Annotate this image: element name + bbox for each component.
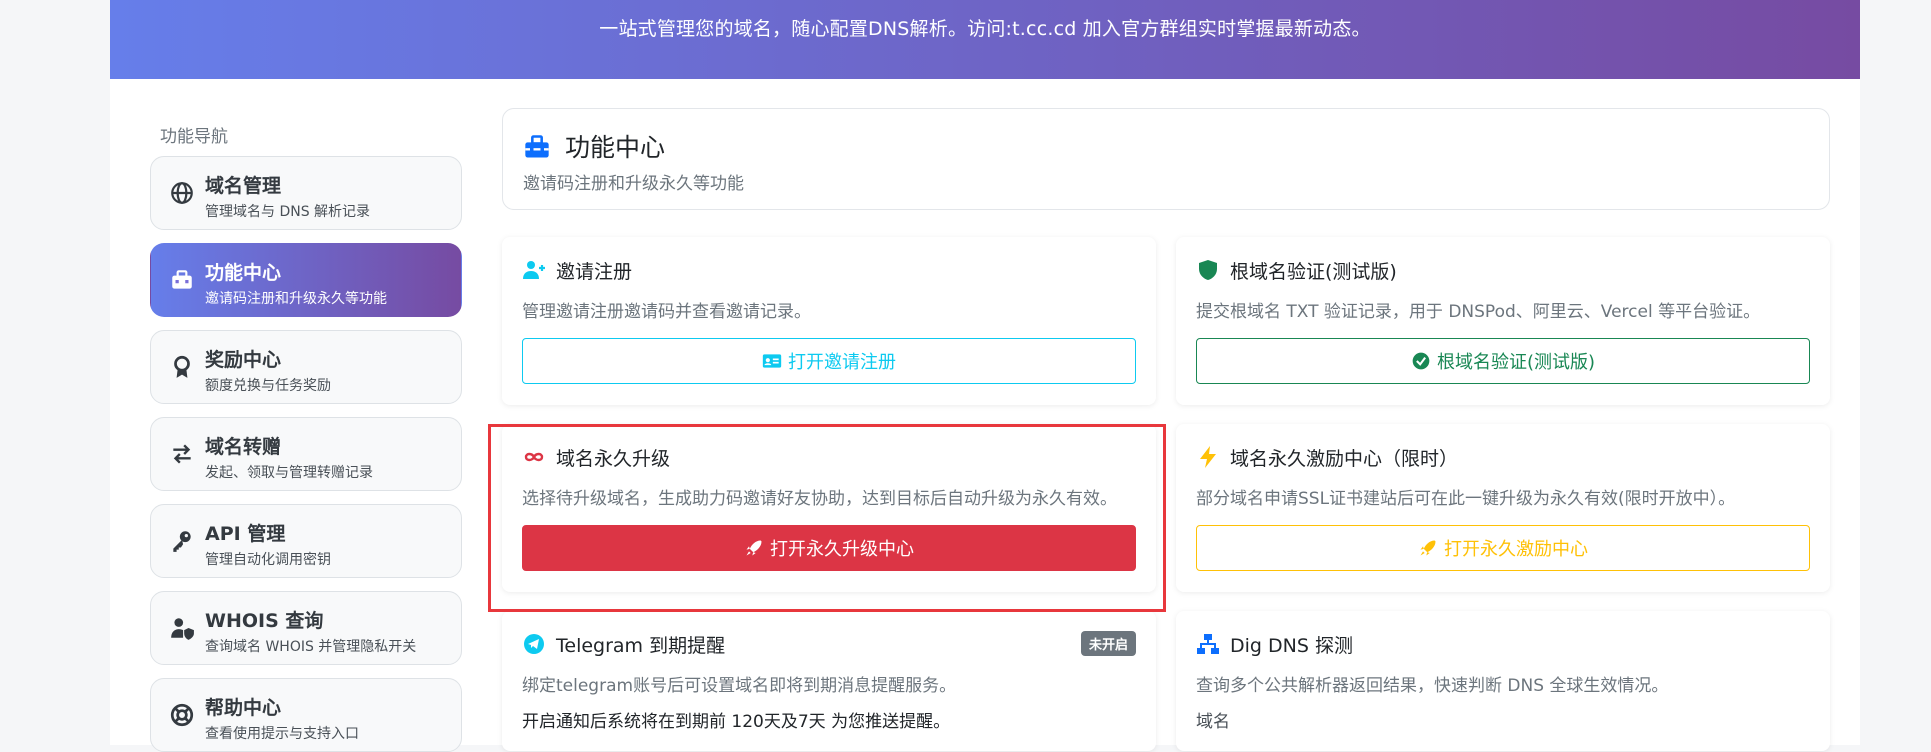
button-label: 根域名验证(测试版) (1436, 352, 1596, 373)
sidebar-item-subtitle: 发起、领取与管理转赠记录 (205, 465, 373, 481)
card-description: 提交根域名 TXT 验证记录，用于 DNSPod、阿里云、Vercel 等平台验… (1196, 302, 1761, 322)
sidebar-item-title: 域名管理 (205, 175, 282, 197)
telegram-reminder-card: Telegram 到期提醒 未开启 绑定telegram账号后可设置域名即将到期… (502, 611, 1156, 751)
sidebar-item-title: WHOIS 查询 (205, 610, 324, 632)
infinity-icon (522, 445, 546, 469)
card-description: 管理邀请注册邀请码并查看邀请记录。 (522, 302, 811, 322)
sidebar-item-subtitle: 管理自动化调用密钥 (205, 552, 331, 568)
rocket-icon (1418, 538, 1438, 558)
id-card-icon (762, 351, 782, 371)
sidebar-item-subtitle: 管理域名与 DNS 解析记录 (205, 204, 371, 220)
sidebar-item-title: 域名转赠 (205, 436, 282, 458)
announcement-text: 一站式管理您的域名，随心配置DNS解析。访问:t.cc.cd 加入官方群组实时掌… (599, 18, 1371, 40)
dig-dns-card: Dig DNS 探测 查询多个公共解析器返回结果，快速判断 DNS 全球生效情况… (1176, 611, 1830, 751)
incentive-center-card: 域名永久激励中心（限时） 部分域名申请SSL证书建站后可在此一键升级为永久有效(… (1176, 424, 1830, 592)
card-description: 绑定telegram账号后可设置域名即将到期消息提醒服务。 (522, 676, 957, 696)
nav-heading: 功能导航 (160, 127, 228, 147)
permanent-upgrade-card: 域名永久升级 选择待升级域名，生成助力码邀请好友协助，达到目标后自动升级为永久有… (502, 424, 1156, 592)
status-badge: 未开启 (1080, 631, 1136, 656)
card-description: 查询多个公共解析器返回结果，快速判断 DNS 全球生效情况。 (1196, 676, 1669, 696)
sidebar-item-rewards[interactable]: 奖励中心 额度兑换与任务奖励 (150, 330, 462, 404)
check-circle-icon (1411, 351, 1431, 371)
shield-icon (1196, 258, 1220, 282)
root-verify-card: 根域名验证(测试版) 提交根域名 TXT 验证记录，用于 DNSPod、阿里云、… (1176, 237, 1830, 405)
sidebar-item-help[interactable]: 帮助中心 查看使用提示与支持入口 (150, 678, 462, 752)
card-title: 根域名验证(测试版) (1230, 260, 1397, 283)
sidebar-item-title: 帮助中心 (205, 697, 282, 719)
network-icon (1196, 632, 1220, 656)
domain-field-label: 域名 (1196, 712, 1230, 732)
award-icon (169, 354, 195, 380)
card-title: Dig DNS 探测 (1230, 634, 1353, 657)
sidebar-item-transfer[interactable]: 域名转赠 发起、领取与管理转赠记录 (150, 417, 462, 491)
card-title: 域名永久激励中心（限时） (1230, 447, 1459, 470)
page-subtitle: 邀请码注册和升级永久等功能 (523, 174, 744, 194)
card-title: Telegram 到期提醒 (556, 634, 726, 657)
sidebar-item-subtitle: 邀请码注册和升级永久等功能 (205, 291, 387, 307)
bolt-icon (1196, 445, 1220, 469)
button-label: 打开永久激励中心 (1444, 539, 1588, 560)
sidebar-item-title: API 管理 (205, 523, 286, 545)
card-description: 选择待升级域名，生成助力码邀请好友协助，达到目标后自动升级为永久有效。 (522, 489, 1117, 509)
card-title: 邀请注册 (556, 260, 633, 283)
globe-icon (169, 180, 195, 206)
sidebar-item-subtitle: 查询域名 WHOIS 并管理隐私开关 (205, 639, 417, 655)
card-note: 开启通知后系统将在到期前 120天及7天 为您推送提醒。 (522, 712, 951, 732)
open-invite-button[interactable]: 打开邀请注册 (522, 338, 1136, 384)
sidebar-item-subtitle: 查看使用提示与支持入口 (205, 726, 359, 742)
app-frame: 一站式管理您的域名，随心配置DNS解析。访问:t.cc.cd 加入官方群组实时掌… (110, 0, 1860, 752)
key-icon (169, 528, 195, 554)
sidebar-item-feature-center[interactable]: 功能中心 邀请码注册和升级永久等功能 (150, 243, 462, 317)
sidebar-item-subtitle: 额度兑换与任务奖励 (205, 378, 331, 394)
user-plus-icon (522, 258, 546, 282)
telegram-icon (522, 632, 546, 656)
sidebar-item-api[interactable]: API 管理 管理自动化调用密钥 (150, 504, 462, 578)
lifebuoy-icon (169, 702, 195, 728)
card-description: 部分域名申请SSL证书建站后可在此一键升级为永久有效(限时开放中）。 (1196, 489, 1736, 509)
rocket-icon (744, 538, 764, 558)
user-shield-icon (169, 615, 195, 641)
toolbox-icon (523, 133, 551, 161)
invite-card: 邀请注册 管理邀请注册邀请码并查看邀请记录。 打开邀请注册 (502, 237, 1156, 405)
sidebar-item-domains[interactable]: 域名管理 管理域名与 DNS 解析记录 (150, 156, 462, 230)
toolbox-icon (169, 267, 195, 293)
sidebar-item-title: 奖励中心 (205, 349, 282, 371)
feature-center-header: 功能中心 邀请码注册和升级永久等功能 (502, 108, 1830, 210)
open-upgrade-center-button[interactable]: 打开永久升级中心 (522, 525, 1136, 571)
sidebar-item-whois[interactable]: WHOIS 查询 查询域名 WHOIS 并管理隐私开关 (150, 591, 462, 665)
announcement-banner: 一站式管理您的域名，随心配置DNS解析。访问:t.cc.cd 加入官方群组实时掌… (110, 0, 1860, 79)
button-label: 打开永久升级中心 (770, 539, 914, 560)
page-title: 功能中心 (565, 133, 666, 162)
button-label: 打开邀请注册 (788, 352, 896, 373)
root-verify-button[interactable]: 根域名验证(测试版) (1196, 338, 1810, 384)
exchange-icon (169, 441, 195, 467)
sidebar-item-title: 功能中心 (205, 262, 282, 284)
card-title: 域名永久升级 (556, 447, 671, 470)
open-incentive-center-button[interactable]: 打开永久激励中心 (1196, 525, 1810, 571)
